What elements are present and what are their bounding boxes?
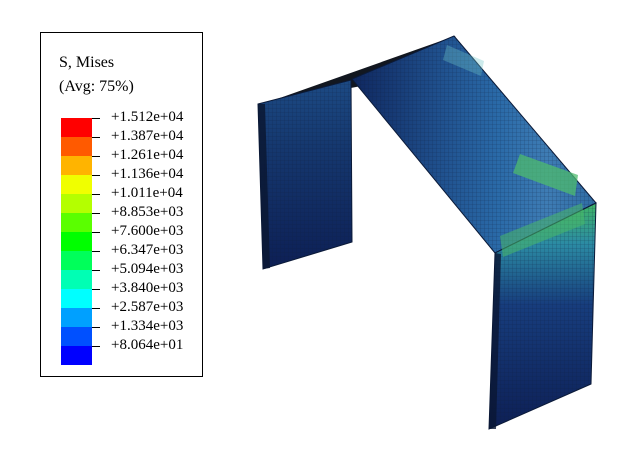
fea-viewport[interactable]: S, Mises (Avg: 75%) +1.512e+04 +1.387e+0… (0, 0, 625, 449)
fea-frame-model[interactable] (0, 0, 625, 449)
